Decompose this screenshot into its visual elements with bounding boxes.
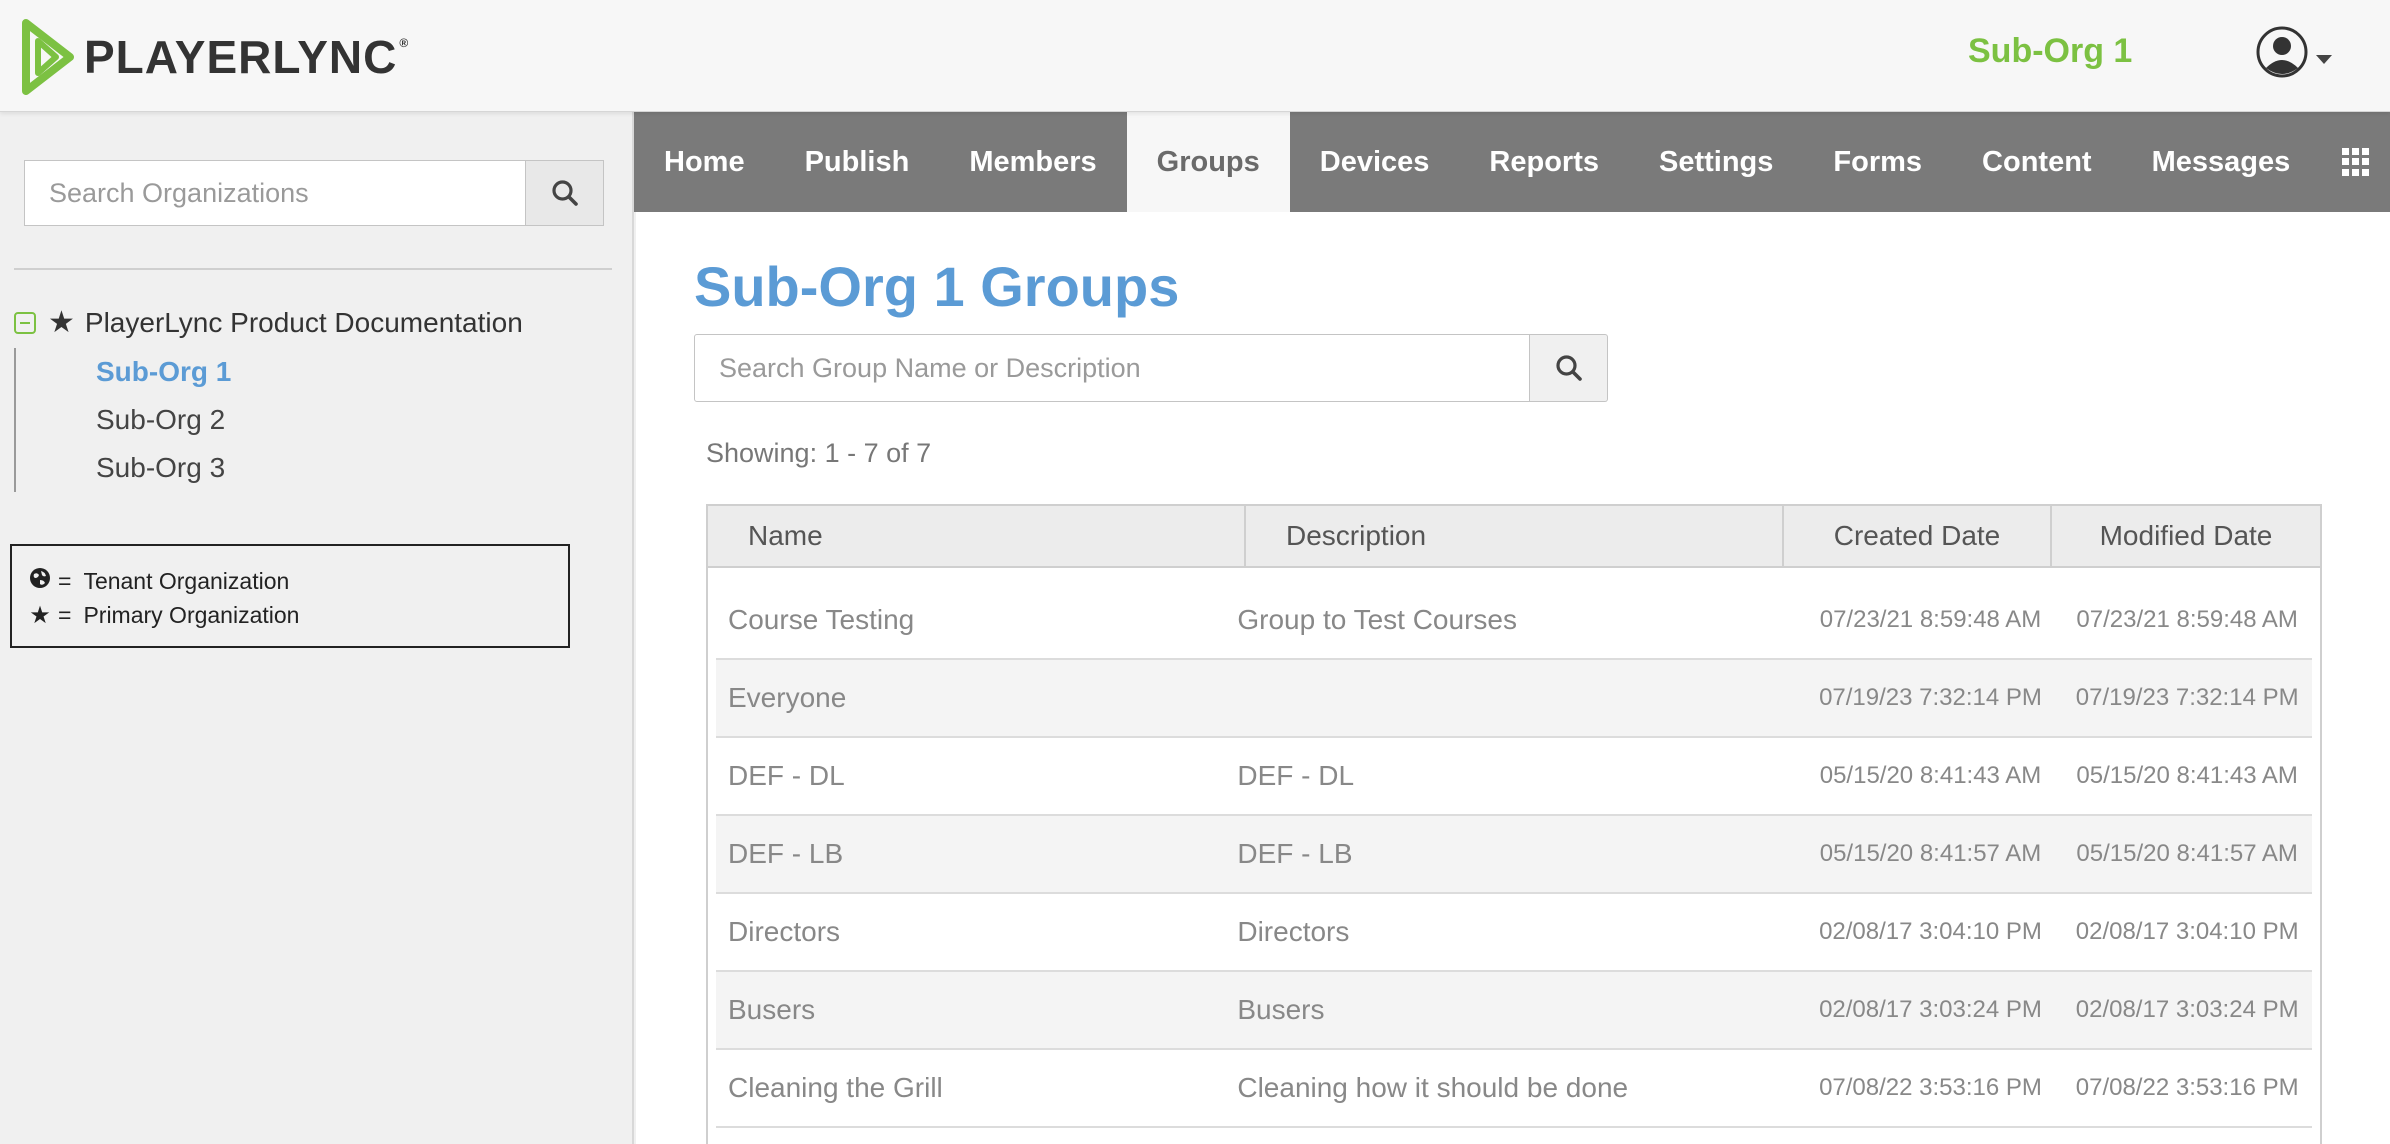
tree-root[interactable]: ★ PlayerLync Product Documentation bbox=[14, 304, 614, 342]
cell-modified-date: 02/08/17 3:04:10 PM bbox=[2075, 918, 2299, 945]
search-icon bbox=[551, 180, 578, 206]
table-row[interactable]: Cleaning the Grill Cleaning how it shoul… bbox=[716, 1050, 2312, 1128]
cell-description: DEF - LB bbox=[1237, 838, 1353, 869]
org-tree: ★ PlayerLync Product Documentation Sub-O… bbox=[14, 304, 614, 492]
table-row[interactable]: Busers Busers 02/08/17 3:03:24 PM 02/08/… bbox=[716, 972, 2312, 1050]
cell-name: DEF - DL bbox=[728, 760, 845, 791]
search-icon bbox=[1555, 355, 1582, 381]
cell-created-date: 05/15/20 8:41:57 AM bbox=[1819, 840, 2042, 867]
group-search-button[interactable] bbox=[1530, 334, 1608, 402]
logo-wordmark: PLAYERLYNC ® bbox=[84, 31, 410, 83]
tree-item-sub-org-1[interactable]: Sub-Org 1 bbox=[96, 348, 614, 396]
apps-grid-icon[interactable] bbox=[2342, 148, 2370, 176]
nav-home[interactable]: Home bbox=[634, 112, 775, 212]
legend-equals: = bbox=[58, 567, 72, 594]
sidebar: ★ PlayerLync Product Documentation Sub-O… bbox=[0, 112, 634, 1144]
playerlync-logo-icon bbox=[22, 19, 74, 95]
top-header: PLAYERLYNC ® Sub-Org 1 bbox=[0, 0, 2390, 112]
cell-description: Directors bbox=[1237, 916, 1350, 947]
star-icon: ★ bbox=[48, 306, 75, 339]
table-row[interactable]: Course Testing Group to Test Courses 07/… bbox=[716, 582, 2312, 660]
cell-created-date: 07/08/22 3:53:16 PM bbox=[1819, 1074, 2042, 1101]
main-content: Sub-Org 1 Groups Showing: 1 - 7 of 7 Nam… bbox=[636, 212, 2390, 1144]
page-title: Sub-Org 1 Groups bbox=[694, 255, 1180, 318]
nav-devices[interactable]: Devices bbox=[1290, 112, 1460, 212]
table-row[interactable]: Directors Directors 02/08/17 3:04:10 PM … bbox=[716, 894, 2312, 972]
legend-row-tenant: = Tenant Organization bbox=[28, 564, 552, 598]
results-count: Showing: 1 - 7 of 7 bbox=[706, 438, 932, 468]
cell-modified-date: 02/08/17 3:03:24 PM bbox=[2075, 996, 2299, 1023]
user-menu[interactable] bbox=[2256, 26, 2332, 78]
tree-root-label: PlayerLync Product Documentation bbox=[84, 307, 523, 338]
user-avatar-icon bbox=[2256, 26, 2308, 78]
cell-name: Directors bbox=[728, 916, 841, 947]
nav-settings[interactable]: Settings bbox=[1629, 112, 1803, 212]
legend-equals: = bbox=[58, 601, 72, 628]
cell-description: Group to Test Courses bbox=[1237, 604, 1517, 635]
group-search-input[interactable] bbox=[694, 334, 1530, 402]
org-search-button[interactable] bbox=[526, 160, 604, 226]
cell-modified-date: 07/23/21 8:59:48 AM bbox=[2076, 606, 2298, 633]
cell-description: DEF - DL bbox=[1237, 760, 1355, 791]
chevron-down-icon bbox=[2316, 54, 2332, 64]
legend-row-primary: ★ = Primary Organization bbox=[28, 598, 552, 632]
collapse-icon[interactable] bbox=[14, 312, 36, 334]
cell-modified-date: 05/15/20 8:41:57 AM bbox=[2076, 840, 2298, 867]
column-header-created-date[interactable]: Created Date bbox=[1784, 506, 2052, 566]
globe-icon bbox=[28, 567, 52, 596]
cell-created-date: 07/23/21 8:59:48 AM bbox=[1819, 606, 2042, 633]
cell-created-date: 07/19/23 7:32:14 PM bbox=[1819, 684, 2042, 711]
tree-children: Sub-Org 1 Sub-Org 2 Sub-Org 3 bbox=[14, 348, 614, 492]
playerlync-logo[interactable]: PLAYERLYNC ® bbox=[22, 18, 409, 96]
current-org-name: Sub-Org 1 bbox=[1968, 32, 2133, 70]
cell-name: Busers bbox=[728, 994, 816, 1025]
org-search-input[interactable] bbox=[24, 160, 526, 226]
table-body: Course Testing Group to Test Courses 07/… bbox=[708, 582, 2320, 1128]
cell-name: Course Testing bbox=[728, 604, 915, 635]
nav-forms[interactable]: Forms bbox=[1803, 112, 1952, 212]
column-header-modified-date[interactable]: Modified Date bbox=[2052, 506, 2320, 566]
groups-table: Name Description Created Date Modified D… bbox=[706, 504, 2322, 1144]
org-search bbox=[24, 160, 604, 226]
cell-modified-date: 07/08/22 3:53:16 PM bbox=[2075, 1074, 2299, 1101]
cell-name: Cleaning the Grill bbox=[728, 1072, 943, 1103]
column-header-name[interactable]: Name bbox=[708, 506, 1246, 566]
legend-label: Primary Organization bbox=[83, 601, 300, 628]
cell-created-date: 02/08/17 3:04:10 PM bbox=[1819, 918, 2042, 945]
column-header-description[interactable]: Description bbox=[1246, 506, 1784, 566]
nav-groups[interactable]: Groups bbox=[1126, 112, 1290, 212]
sidebar-divider bbox=[14, 268, 612, 270]
nav-messages[interactable]: Messages bbox=[2122, 112, 2321, 212]
cell-description: Busers bbox=[1237, 994, 1325, 1025]
tree-item-sub-org-3[interactable]: Sub-Org 3 bbox=[96, 444, 614, 492]
table-header: Name Description Created Date Modified D… bbox=[708, 506, 2320, 568]
main-nav: Home Publish Members Groups Devices Repo… bbox=[634, 112, 2390, 212]
tree-item-sub-org-2[interactable]: Sub-Org 2 bbox=[96, 396, 614, 444]
cell-modified-date: 05/15/20 8:41:43 AM bbox=[2076, 762, 2298, 789]
nav-reports[interactable]: Reports bbox=[1459, 112, 1629, 212]
cell-name: Everyone bbox=[728, 682, 847, 713]
legend-label: Tenant Organization bbox=[83, 567, 290, 594]
table-row[interactable]: Everyone 07/19/23 7:32:14 PM 07/19/23 7:… bbox=[716, 660, 2312, 738]
nav-content[interactable]: Content bbox=[1952, 112, 2122, 212]
cell-name: DEF - LB bbox=[728, 838, 844, 869]
star-icon: ★ bbox=[29, 601, 51, 629]
cell-created-date: 05/15/20 8:41:43 AM bbox=[1819, 762, 2042, 789]
cell-modified-date: 07/19/23 7:32:14 PM bbox=[2075, 684, 2299, 711]
table-row[interactable]: DEF - DL DEF - DL 05/15/20 8:41:43 AM 05… bbox=[716, 738, 2312, 816]
cell-created-date: 02/08/17 3:03:24 PM bbox=[1819, 996, 2042, 1023]
table-row[interactable]: DEF - LB DEF - LB 05/15/20 8:41:57 AM 05… bbox=[716, 816, 2312, 894]
nav-publish[interactable]: Publish bbox=[775, 112, 940, 212]
org-legend: = Tenant Organization ★ = Primary Organi… bbox=[10, 544, 570, 648]
cell-description: Cleaning how it should be done bbox=[1237, 1072, 1629, 1103]
group-search bbox=[694, 334, 1608, 402]
nav-members[interactable]: Members bbox=[939, 112, 1126, 212]
